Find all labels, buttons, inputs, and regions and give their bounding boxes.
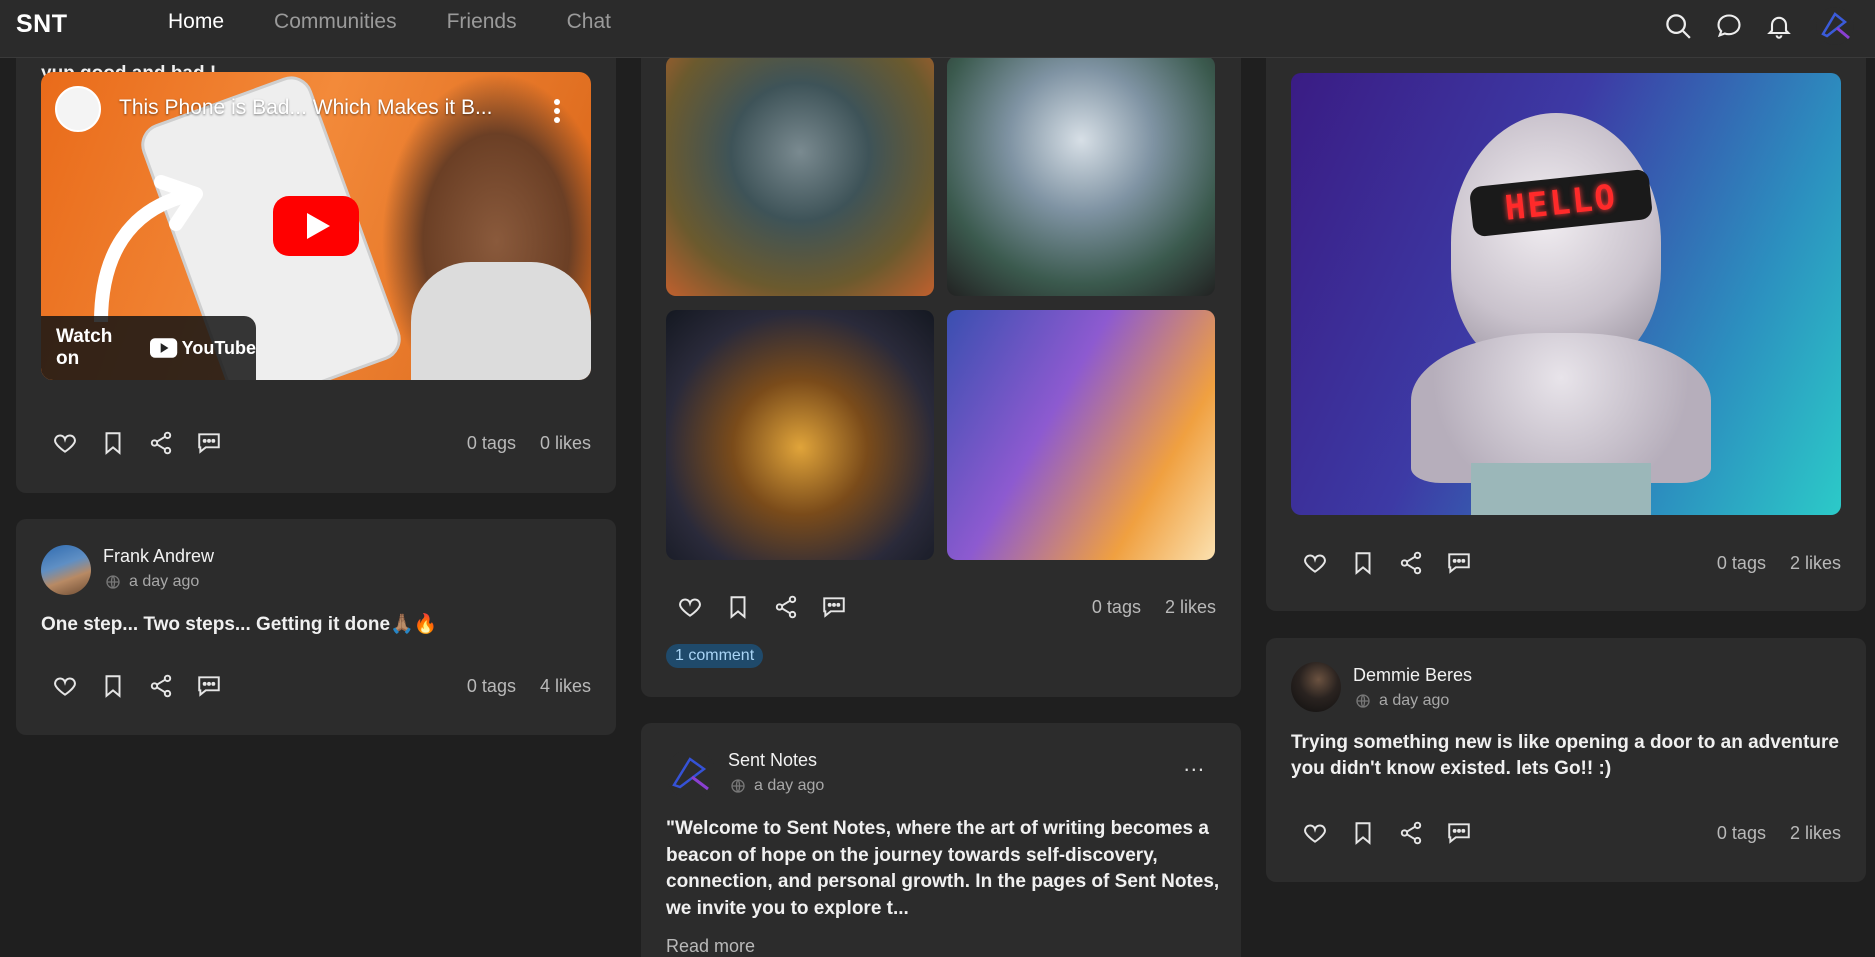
sent-notes-post-card: Sent Notes a day ago ... "Welcome to Sen… [641, 723, 1241, 957]
bust-pedestal [1471, 463, 1651, 515]
nav-communities[interactable]: Communities [274, 10, 397, 34]
read-more-link[interactable]: Read more [666, 936, 755, 957]
author-avatar[interactable] [41, 545, 91, 595]
top-actions [1663, 6, 1855, 46]
gallery-image-2[interactable] [947, 56, 1215, 296]
bust-image-post-card: HELLO 0 tags 2 likes [1266, 30, 1866, 611]
nav-friends[interactable]: Friends [447, 10, 517, 34]
watch-on-youtube-button[interactable]: Watch on YouTube [41, 316, 256, 380]
youtube-wordmark: YouTube [181, 337, 256, 358]
likes-count[interactable]: 2 likes [1790, 553, 1841, 574]
author-name[interactable]: Frank Andrew [103, 546, 214, 567]
nav-home[interactable]: Home [168, 10, 224, 34]
notifications-bell-icon[interactable] [1765, 12, 1793, 40]
comment-icon[interactable] [196, 430, 222, 456]
post-meta: 0 tags 2 likes [1717, 823, 1841, 844]
globe-icon [1356, 694, 1370, 708]
bookmark-icon[interactable] [1350, 820, 1376, 846]
globe-icon [731, 779, 745, 793]
share-icon[interactable] [773, 594, 799, 620]
bookmark-icon[interactable] [100, 430, 126, 456]
post-time: a day ago [1355, 692, 1449, 710]
like-heart-icon[interactable] [1302, 820, 1328, 846]
post-actions [52, 430, 222, 456]
app-logo[interactable]: SNT [16, 10, 68, 39]
post-actions [52, 673, 222, 699]
frank-andrew-post-card: Frank Andrew a day ago One step... Two s… [16, 519, 616, 735]
author-name[interactable]: Sent Notes [728, 750, 817, 771]
channel-avatar[interactable] [55, 86, 101, 132]
time-label: a day ago [1379, 692, 1450, 709]
comment-icon[interactable] [1446, 550, 1472, 576]
post-time: a day ago [105, 573, 199, 591]
youtube-embed[interactable]: This Phone is Bad... Which Makes it B...… [41, 72, 591, 380]
post-actions [1302, 820, 1472, 846]
author-avatar[interactable] [1291, 662, 1341, 712]
post-meta: 0 tags 0 likes [467, 433, 591, 454]
share-icon[interactable] [148, 673, 174, 699]
profile-avatar-icon[interactable] [1815, 6, 1855, 46]
time-label: a day ago [754, 777, 825, 794]
post-meta: 0 tags 2 likes [1092, 597, 1216, 618]
bust-image[interactable]: HELLO [1291, 73, 1841, 515]
watch-on-label: Watch on [56, 326, 113, 369]
likes-count[interactable]: 0 likes [540, 433, 591, 454]
bookmark-icon[interactable] [725, 594, 751, 620]
share-icon[interactable] [1398, 550, 1424, 576]
visor-text: HELLO [1503, 177, 1619, 229]
more-options-button[interactable]: ... [1184, 751, 1205, 777]
author-name[interactable]: Demmie Beres [1353, 665, 1472, 686]
share-icon[interactable] [148, 430, 174, 456]
play-button-icon[interactable] [273, 196, 359, 256]
post-meta: 0 tags 2 likes [1717, 553, 1841, 574]
presenter-hoodie [411, 262, 591, 380]
tags-count[interactable]: 0 tags [1717, 553, 1766, 574]
messages-icon[interactable] [1715, 12, 1743, 40]
post-time: a day ago [730, 777, 824, 795]
search-icon[interactable] [1663, 11, 1693, 41]
tags-count[interactable]: 0 tags [1092, 597, 1141, 618]
share-icon[interactable] [1398, 820, 1424, 846]
like-heart-icon[interactable] [52, 430, 78, 456]
likes-count[interactable]: 2 likes [1165, 597, 1216, 618]
tags-count[interactable]: 0 tags [467, 676, 516, 697]
bust-shoulders [1411, 333, 1711, 483]
tags-count[interactable]: 0 tags [467, 433, 516, 454]
comment-icon[interactable] [196, 673, 222, 699]
bookmark-icon[interactable] [100, 673, 126, 699]
like-heart-icon[interactable] [52, 673, 78, 699]
like-heart-icon[interactable] [677, 594, 703, 620]
comment-count-badge[interactable]: 1 comment [666, 644, 764, 668]
bookmark-icon[interactable] [1350, 550, 1376, 576]
post-text: Trying something new is like opening a d… [1291, 732, 1839, 779]
gallery-image-1[interactable] [666, 56, 934, 296]
post-meta: 0 tags 4 likes [467, 676, 591, 697]
like-heart-icon[interactable] [1302, 550, 1328, 576]
video-post-card: yup good and bad ! This Phone is Bad... … [16, 30, 616, 493]
post-text: One step... Two steps... Getting it done… [41, 614, 438, 635]
youtube-logo-icon [150, 338, 178, 358]
likes-count[interactable]: 4 likes [540, 676, 591, 697]
likes-count[interactable]: 2 likes [1790, 823, 1841, 844]
globe-icon [106, 575, 120, 589]
post-text: "Welcome to Sent Notes, where the art of… [666, 818, 1220, 919]
top-navigation-bar: SNT Home Communities Friends Chat [0, 0, 1875, 58]
robot-gallery-post-card: 0 tags 2 likes 1 comment [641, 30, 1241, 697]
post-actions [677, 594, 847, 620]
video-title[interactable]: This Phone is Bad... Which Makes it B... [119, 96, 492, 120]
main-nav: Home Communities Friends Chat [168, 10, 611, 34]
comment-icon[interactable] [1446, 820, 1472, 846]
demmie-beres-post-card: Demmie Beres a day ago Trying something … [1266, 638, 1866, 882]
gallery-image-3[interactable] [666, 310, 934, 560]
nav-chat[interactable]: Chat [567, 10, 611, 34]
arrow-graphic [94, 175, 203, 322]
comment-icon[interactable] [821, 594, 847, 620]
tags-count[interactable]: 0 tags [1717, 823, 1766, 844]
gallery-image-4[interactable] [947, 310, 1215, 560]
author-avatar[interactable] [666, 749, 716, 799]
time-label: a day ago [129, 573, 200, 590]
post-actions [1302, 550, 1472, 576]
video-menu-icon[interactable] [553, 98, 561, 124]
